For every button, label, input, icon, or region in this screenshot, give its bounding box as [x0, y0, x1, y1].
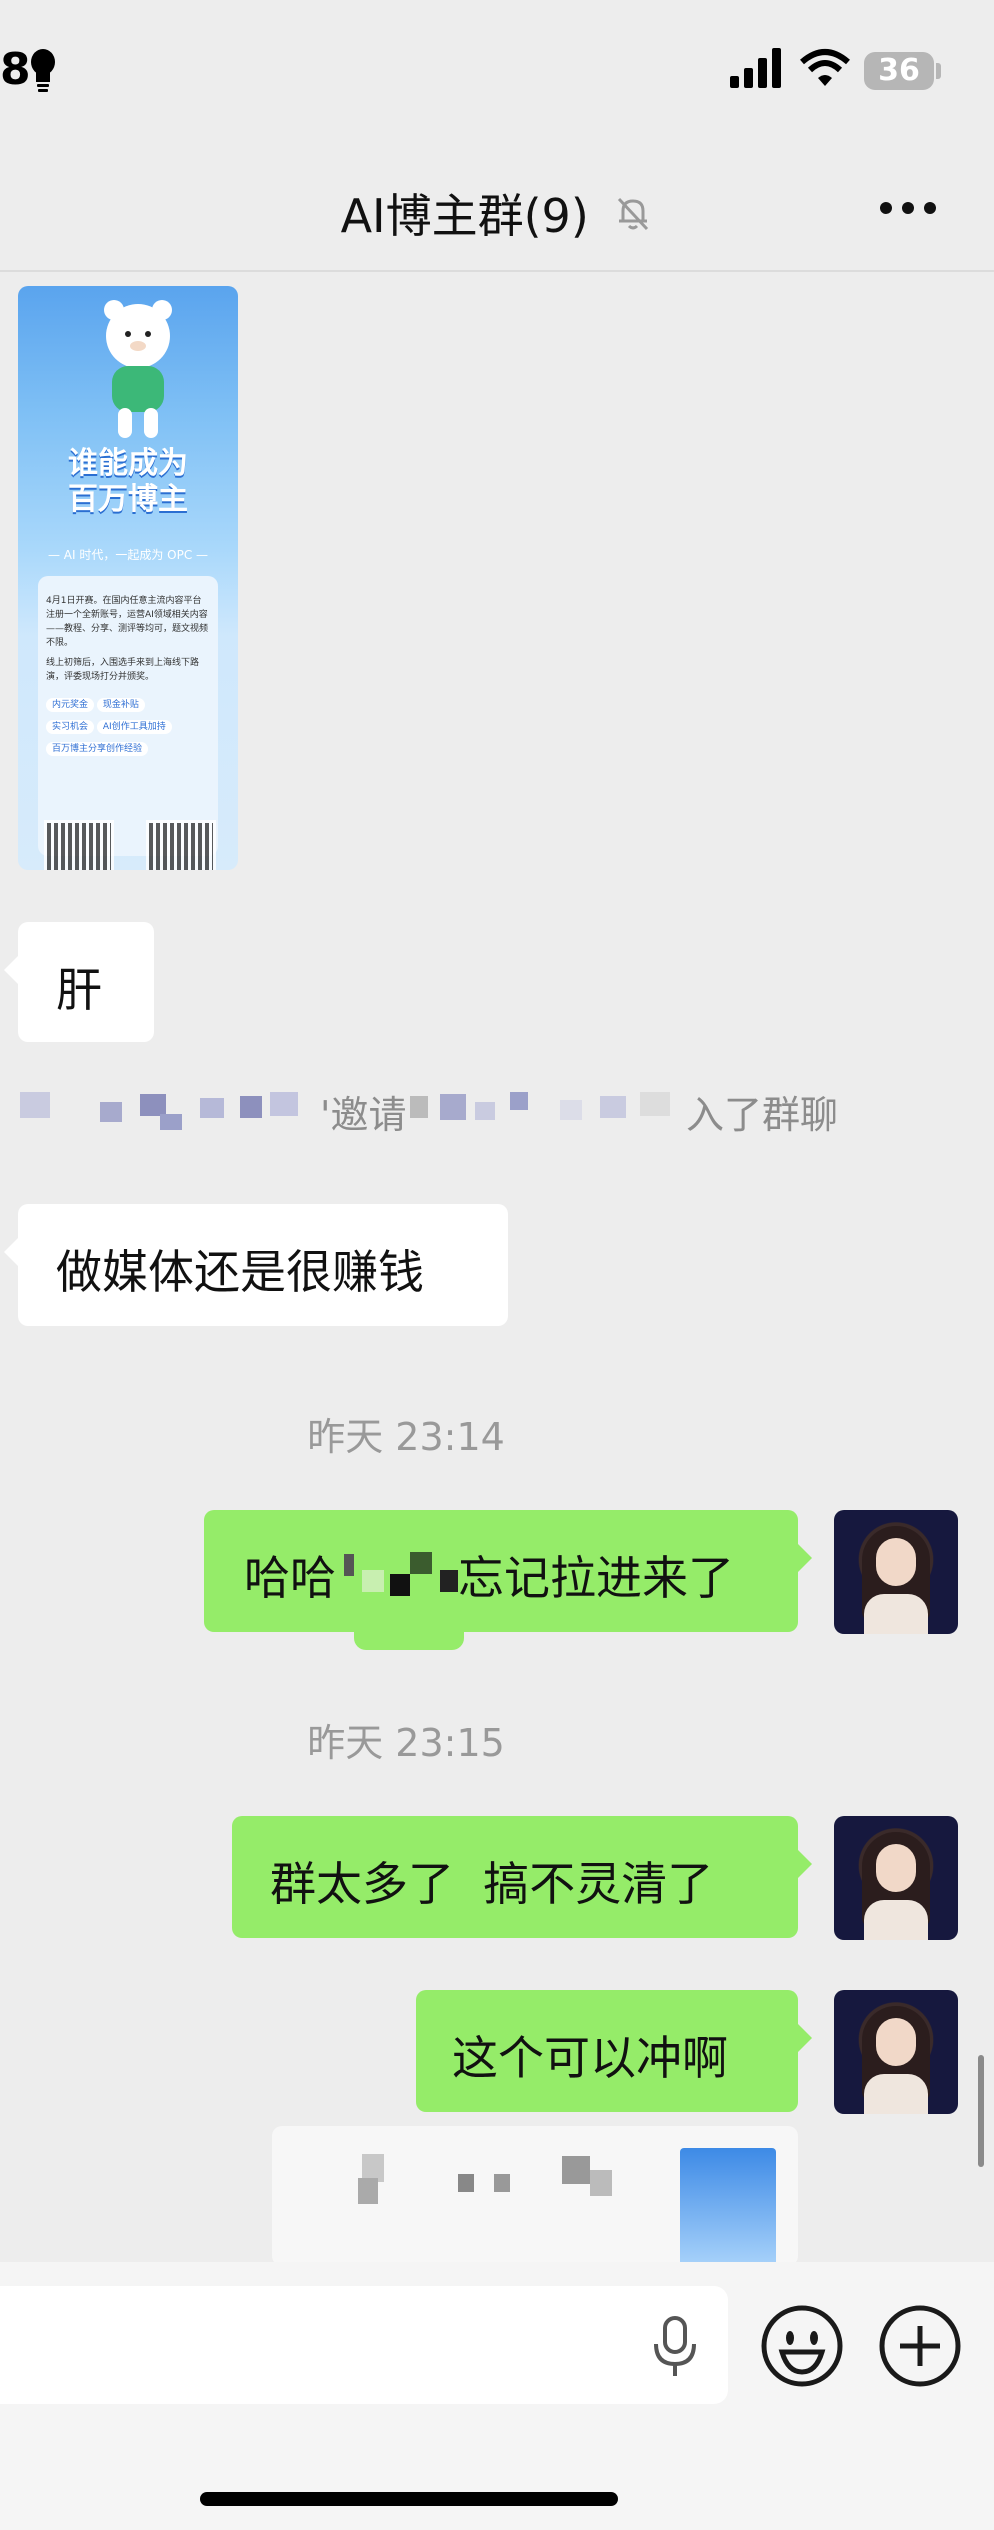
qr-code-image: [146, 820, 216, 870]
message-text: 哈哈: [244, 1551, 336, 1605]
pixelated-name: [560, 1100, 582, 1120]
pixelated-title: [562, 2156, 590, 2184]
poster-title-line1: 谁能成为: [68, 446, 188, 481]
poster-image-message[interactable]: 谁能成为 百万博主 — AI 时代，一起成为 OPC — 4月1日开赛。在国内任…: [18, 286, 238, 870]
pixelated-mention: [344, 1554, 354, 1576]
timestamp: 昨天 23:14: [307, 1415, 505, 1459]
system-text-invite: '邀请: [320, 1093, 407, 1137]
bubble-tail: [4, 956, 18, 984]
message-bubble-incoming[interactable]: 肝: [4, 922, 154, 1042]
more-icon[interactable]: [878, 198, 938, 218]
message-text: 这个可以冲啊: [452, 2031, 728, 2085]
pixelated-mention: [410, 1552, 432, 1574]
avatar-body: [864, 1594, 928, 1634]
battery-icon: 36: [864, 52, 934, 90]
poster-title: 谁能成为 百万博主: [18, 446, 238, 518]
avatar-face: [876, 2018, 916, 2066]
shared-link-card[interactable]: [272, 2126, 798, 2262]
message-text: 肝: [56, 963, 102, 1017]
chat-area[interactable]: 谁能成为 百万博主 — AI 时代，一起成为 OPC — 4月1日开赛。在国内任…: [0, 272, 994, 2262]
chat-title[interactable]: AI博主群(9): [0, 180, 994, 246]
pixelated-name: [440, 1094, 466, 1120]
poster-text: 4月1日开赛。在国内任意主流内容平台注册一个全新账号，运营AI领域相关内容——教…: [46, 594, 210, 760]
pixelated-title: [590, 2170, 612, 2196]
pixelated-name: [240, 1096, 262, 1118]
avatar-face: [876, 1844, 916, 1892]
home-indicator[interactable]: [200, 2492, 618, 2506]
poster-bullet: AI创作工具加持: [96, 720, 172, 734]
pixelated-name: [510, 1092, 528, 1110]
pixelated-mention: [390, 1574, 410, 1596]
pixelated-name: [100, 1102, 122, 1122]
pixelated-name: [200, 1098, 224, 1118]
battery-tip: [936, 63, 941, 79]
plus-icon[interactable]: [876, 2302, 964, 2390]
message-text: 群太多了 搞不灵清了: [270, 1857, 714, 1911]
pixelated-name: [475, 1102, 495, 1120]
bubble-tail: [798, 2024, 812, 2052]
poster-intro: 4月1日开赛。在国内任意主流内容平台注册一个全新账号，运营AI领域相关内容——教…: [46, 596, 209, 648]
bubble-tail: [4, 1238, 18, 1266]
pixelated-name: [270, 1092, 298, 1116]
input-bar: [0, 2262, 994, 2530]
scrollbar[interactable]: [978, 2055, 984, 2167]
message-bubble-incoming[interactable]: 做媒体还是很赚钱: [4, 1204, 508, 1326]
poster-title-line2: 百万博主: [68, 482, 188, 517]
nav-bar: AI博主群(9): [0, 140, 994, 272]
pixelated-title: [458, 2174, 474, 2192]
pixelated-mention: [362, 1570, 384, 1592]
status-bar: 8 36: [0, 0, 994, 140]
bubble-tail: [798, 1544, 812, 1572]
system-message: '邀请 入了群聊: [0, 1080, 994, 1140]
poster-bullet: 内元奖金: [46, 698, 95, 712]
poster-subtitle: — AI 时代，一起成为 OPC —: [47, 548, 209, 562]
pixelated-name: [140, 1094, 166, 1116]
poster-bullet: 百万博主分享创作经验: [46, 742, 149, 756]
pixelated-name: [600, 1096, 626, 1118]
poster-intro2: 线上初筛后，入围选手来到上海线下路演，评委现场打分并颁奖。: [46, 658, 200, 682]
qr-code-image: [44, 820, 114, 870]
emoji-icon[interactable]: [758, 2302, 846, 2390]
bulb-icon: [31, 49, 55, 92]
message-text: 做媒体还是很赚钱: [56, 1245, 424, 1299]
avatar-body: [864, 2074, 928, 2114]
pixelated-title: [494, 2174, 510, 2192]
message-input[interactable]: [0, 2286, 728, 2404]
system-text-joined: 入了群聊: [686, 1093, 839, 1137]
mute-bell-icon: [618, 197, 649, 231]
link-thumbnail-image: [680, 2148, 776, 2262]
message-text: 忘记拉进来了: [458, 1551, 734, 1605]
wifi-icon: [800, 49, 850, 86]
message-bubble-outgoing[interactable]: 哈哈 忘记拉进来了: [204, 1510, 812, 1650]
avatar-body: [864, 1900, 928, 1940]
bear-mascot-image: [104, 300, 172, 438]
pixelated-name: [160, 1114, 182, 1130]
voice-icon[interactable]: [650, 2314, 700, 2380]
chat-title-text: AI博主群(9): [340, 189, 589, 243]
avatar[interactable]: [834, 1510, 958, 1634]
signal-icon: [730, 48, 781, 88]
pixelated-mention: [440, 1570, 458, 1592]
status-time: 8: [0, 44, 31, 95]
poster-bullet: 现金补贴: [96, 698, 145, 712]
avatar-face: [876, 1538, 916, 1586]
message-bubble-outgoing[interactable]: 群太多了 搞不灵清了: [232, 1816, 812, 1938]
avatar[interactable]: [834, 1990, 958, 2114]
timestamp: 昨天 23:15: [307, 1721, 505, 1765]
pixelated-name: [20, 1092, 50, 1118]
pixelated-name: [640, 1092, 670, 1116]
bubble-tail: [798, 1850, 812, 1878]
avatar[interactable]: [834, 1816, 958, 1940]
pixelated-title: [358, 2178, 378, 2204]
message-bubble-outgoing[interactable]: 这个可以冲啊: [416, 1990, 812, 2112]
poster-bullet: 实习机会: [46, 720, 95, 734]
pixelated-name: [410, 1096, 428, 1118]
